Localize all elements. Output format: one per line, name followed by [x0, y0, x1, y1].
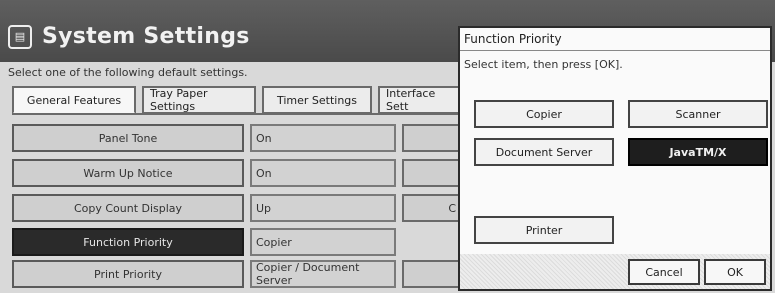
function-priority-dialog: Function Priority Select item, then pres… — [458, 26, 772, 291]
settings-panel-icon: ▤ — [8, 24, 32, 49]
option-java-button[interactable]: JavaTM/X — [628, 138, 768, 166]
dialog-footer: Cancel OK — [460, 254, 770, 289]
option-copier-button[interactable]: Copier — [474, 100, 614, 128]
setting-value-print-priority: Copier / Document Server — [250, 260, 396, 288]
setting-extra-button[interactable] — [402, 124, 460, 152]
setting-row-warm-up-notice: Warm Up Notice On — [12, 159, 460, 187]
option-document-server-button[interactable]: Document Server — [474, 138, 614, 166]
setting-row-function-priority: Function Priority Copier — [12, 228, 460, 256]
setting-extra-button[interactable]: C — [402, 194, 460, 222]
option-printer-button[interactable]: Printer — [474, 216, 614, 244]
setting-extra-button[interactable] — [402, 159, 460, 187]
setting-row-panel-tone: Panel Tone On — [12, 124, 460, 152]
setting-value-panel-tone: On — [250, 124, 396, 152]
option-scanner-button[interactable]: Scanner — [628, 100, 768, 128]
dialog-instruction: Select item, then press [OK]. — [464, 58, 623, 71]
setting-row-copy-count-display: Copy Count Display Up C — [12, 194, 460, 222]
setting-value-copy-count-display: Up — [250, 194, 396, 222]
dialog-title: Function Priority — [464, 32, 562, 46]
tab-general-features[interactable]: General Features — [12, 86, 136, 114]
dialog-divider — [460, 50, 770, 51]
setting-value-warm-up-notice: On — [250, 159, 396, 187]
tab-divider — [12, 113, 460, 115]
setting-row-print-priority: Print Priority Copier / Document Server — [12, 260, 460, 288]
setting-button-warm-up-notice[interactable]: Warm Up Notice — [12, 159, 244, 187]
tab-tray-paper-settings[interactable]: Tray Paper Settings — [142, 86, 256, 114]
setting-button-function-priority[interactable]: Function Priority — [12, 228, 244, 256]
setting-extra-button[interactable] — [402, 260, 460, 288]
setting-value-function-priority: Copier — [250, 228, 396, 256]
setting-button-copy-count-display[interactable]: Copy Count Display — [12, 194, 244, 222]
tab-timer-settings[interactable]: Timer Settings — [262, 86, 372, 114]
tab-interface-settings[interactable]: Interface Sett — [378, 86, 462, 114]
title-row: ▤ System Settings — [8, 24, 250, 49]
cancel-button[interactable]: Cancel — [628, 259, 700, 285]
tab-bar: General Features Tray Paper Settings Tim… — [12, 86, 468, 114]
setting-button-panel-tone[interactable]: Panel Tone — [12, 124, 244, 152]
setting-button-print-priority[interactable]: Print Priority — [12, 260, 244, 288]
instruction-text: Select one of the following default sett… — [8, 66, 248, 79]
ok-button[interactable]: OK — [704, 259, 766, 285]
page-title: System Settings — [42, 24, 250, 49]
